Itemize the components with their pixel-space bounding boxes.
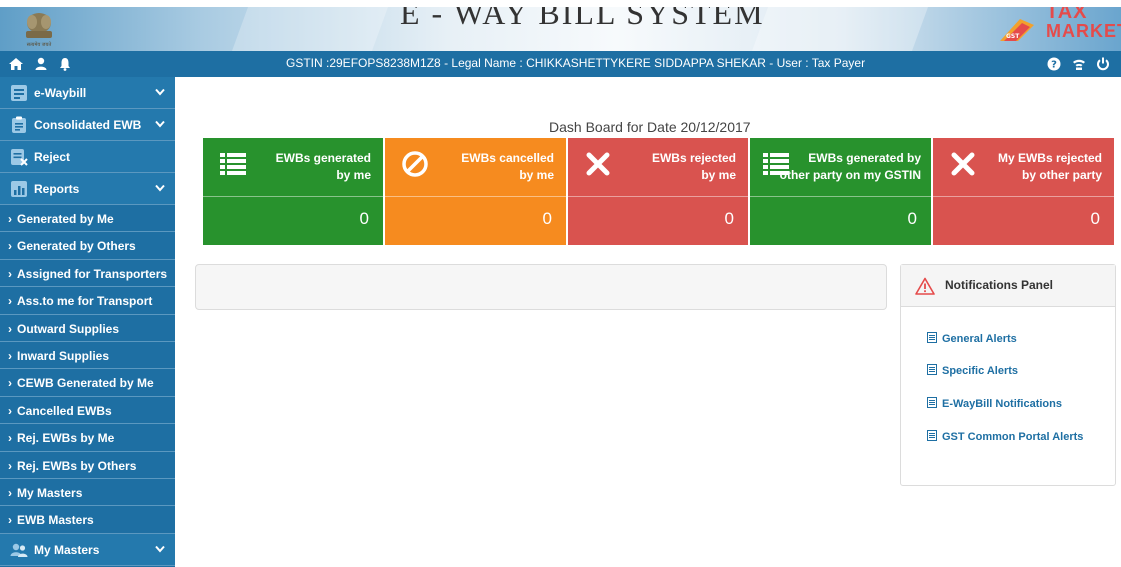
home-icon[interactable] [8, 56, 24, 72]
sidebar-subitem-my-masters[interactable]: › My Masters [0, 479, 175, 507]
svg-text:GST: GST [1006, 33, 1020, 40]
svg-text:सत्यमेव जयते: सत्यमेव जयते [27, 41, 52, 48]
warning-icon [915, 277, 935, 295]
link-ewaybill-notifications[interactable]: E-WayBill Notifications [927, 397, 1062, 410]
chevron-down-icon [155, 120, 165, 128]
chevron-right-icon: › [8, 458, 12, 473]
card-ewbs-generated-by-other-party[interactable]: EWBs generated by other party on my GSTIN… [750, 138, 931, 245]
power-icon[interactable] [1095, 56, 1111, 72]
card-count: 0 [724, 209, 734, 228]
gstin-info-text: GSTIN :29EFOPS8238M1Z8 - Legal Name : CH… [286, 56, 866, 70]
chevron-right-icon: › [8, 403, 12, 418]
sidebar-item-label: e-Waybill [34, 86, 87, 100]
document-icon [927, 397, 937, 408]
chevron-right-icon: › [8, 376, 12, 391]
content-panel [195, 264, 887, 310]
chevron-right-icon: › [8, 431, 12, 446]
chevron-right-icon: › [8, 266, 12, 281]
list-icon [220, 153, 246, 175]
gst-badge-icon: GST [1000, 19, 1034, 41]
chevron-right-icon: › [8, 485, 12, 500]
svg-text:?: ? [1051, 60, 1057, 71]
sidebar-subitem-cewb-generated[interactable]: › CEWB Generated by Me [0, 369, 175, 397]
chevron-down-icon [155, 88, 165, 96]
clipboard-icon [12, 116, 26, 133]
logo-line2: MARKET [1046, 21, 1121, 41]
reports-submenu: › Generated by Me › Generated by Others › A… [0, 205, 175, 534]
card-ewbs-generated-by-me[interactable]: EWBs generated by me 0 [203, 138, 383, 245]
card-count: 0 [359, 209, 369, 228]
card-count: 0 [542, 209, 552, 228]
sidebar-subitem-ewb-masters[interactable]: › EWB Masters [0, 506, 175, 534]
sidebar-subitem-cancelled-ewbs[interactable]: › Cancelled EWBs [0, 397, 175, 425]
sidebar-subitem-generated-by-me[interactable]: › Generated by Me [0, 205, 175, 233]
sidebar-subitem-inward-supplies[interactable]: › Inward Supplies [0, 342, 175, 370]
sidebar-subitem-rej-ewbs-by-me[interactable]: › Rej. EWBs by Me [0, 424, 175, 452]
help-icon[interactable]: ? [1046, 56, 1062, 72]
card-label: EWBs rejected by me [651, 151, 736, 182]
sidebar-item-reject[interactable]: Reject [0, 141, 175, 173]
notifications-title: Notifications Panel [945, 278, 1054, 292]
sidebar-item-label: Reports [34, 182, 80, 196]
report-icon [11, 181, 27, 197]
sidebar-item-reports[interactable]: Reports [0, 173, 175, 205]
top-nav-bar: GSTIN :29EFOPS8238M1Z8 - Legal Name : CH… [0, 51, 1121, 77]
site-header: सत्यमेव जयते E - WAY BILL SYSTEM GST TAX… [0, 7, 1121, 51]
card-count: 0 [1090, 209, 1100, 228]
chevron-right-icon: › [8, 212, 12, 226]
link-general-alerts[interactable]: General Alerts [927, 332, 1017, 345]
dashboard-title: Dash Board for Date 20/12/2017 [549, 119, 751, 135]
document-icon [927, 364, 937, 375]
sidebar-subitem-outward-supplies[interactable]: › Outward Supplies [0, 315, 175, 342]
link-gst-common-portal-alerts[interactable]: GST Common Portal Alerts [927, 430, 1083, 443]
chevron-right-icon: › [8, 513, 12, 528]
document-icon [927, 430, 937, 441]
cross-icon [586, 152, 610, 176]
card-ewbs-rejected-by-me[interactable]: EWBs rejected by me 0 [568, 138, 748, 245]
card-count: 0 [907, 209, 917, 228]
chevron-right-icon: › [8, 321, 12, 336]
sidebar-subitem-rej-ewbs-by-others[interactable]: › Rej. EWBs by Others [0, 452, 175, 479]
card-label: EWBs generated by me [275, 151, 371, 182]
waybill-icon [11, 85, 27, 101]
sidebar-subitem-assigned-for-transporters[interactable]: › Assigned for Transporters [0, 260, 175, 288]
sidebar-item-label: Consolidated EWB [34, 118, 142, 132]
sidebar-subitem-assigned-to-me[interactable]: › Ass.to me for Transport [0, 287, 175, 315]
network-icon[interactable] [1071, 56, 1087, 72]
card-ewbs-cancelled-by-me[interactable]: EWBs cancelled by me 0 [385, 138, 566, 245]
link-specific-alerts[interactable]: Specific Alerts [927, 364, 1018, 377]
card-my-ewbs-rejected-by-other-party[interactable]: My EWBs rejected by other party 0 [933, 138, 1114, 245]
app-root: सत्यमेव जयते E - WAY BILL SYSTEM GST TAX… [0, 0, 1121, 567]
cross-icon [951, 152, 975, 176]
card-label: EWBs generated by other party on my GSTIN [779, 151, 921, 182]
sidebar-item-label: My Masters [34, 542, 100, 557]
notifications-panel: Notifications Panel General Alerts Speci… [900, 264, 1116, 486]
sidebar-item-consolidated-ewb[interactable]: Consolidated EWB [0, 109, 175, 141]
user-icon[interactable] [33, 56, 49, 72]
sidebar-subitem-generated-by-others[interactable]: › Generated by Others [0, 232, 175, 260]
chevron-down-icon [155, 545, 165, 553]
chevron-right-icon: › [8, 239, 12, 254]
sidebar-item-ewaybill[interactable]: e-Waybill [0, 77, 175, 109]
document-icon [927, 332, 937, 343]
users-icon [10, 543, 28, 557]
bell-icon[interactable] [57, 56, 73, 72]
reject-document-icon [11, 149, 28, 166]
card-label: EWBs cancelled by me [461, 151, 554, 182]
notifications-header: Notifications Panel [901, 265, 1115, 307]
system-title: E - WAY BILL SYSTEM [400, 7, 765, 31]
card-label: My EWBs rejected by other party [997, 151, 1102, 182]
sidebar-item-label: Reject [34, 150, 71, 164]
national-emblem-icon: सत्यमेव जयते [26, 13, 52, 48]
chevron-down-icon [155, 184, 165, 192]
chevron-right-icon: › [8, 294, 12, 309]
sidebar-item-my-masters[interactable]: My Masters [0, 533, 175, 566]
ban-icon [402, 151, 428, 177]
sidebar: e-Waybill Consolidated EWB Reject Report… [0, 77, 175, 567]
tax-market-logo[interactable]: GST TAX MARKET [1000, 7, 1121, 51]
chevron-right-icon: › [8, 348, 12, 363]
